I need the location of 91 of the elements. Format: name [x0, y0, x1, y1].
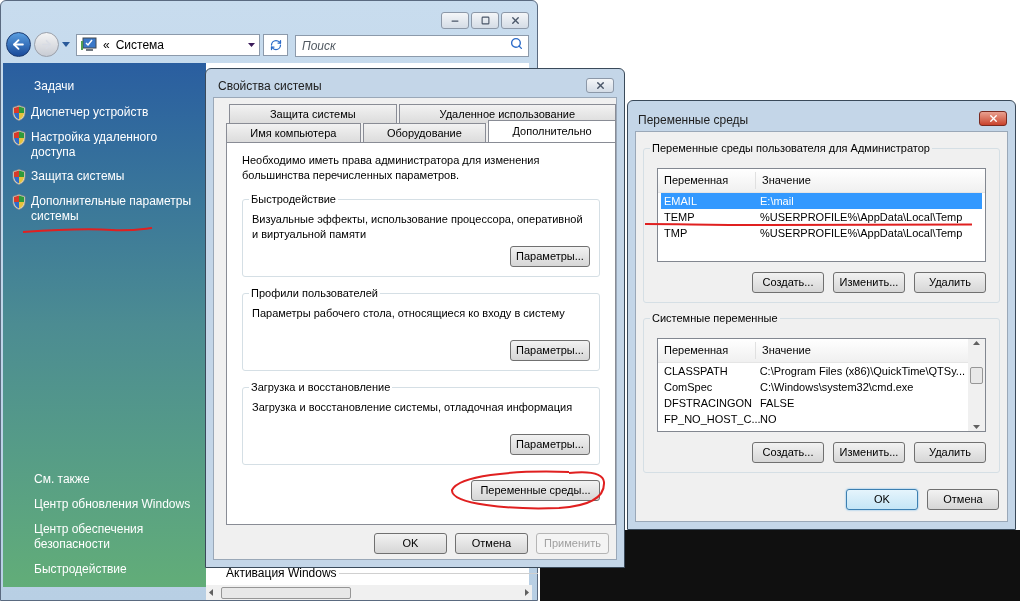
variable-name: TMP	[663, 227, 689, 239]
refresh-button[interactable]	[263, 33, 288, 56]
scroll-thumb[interactable]	[970, 366, 983, 384]
group-title: Быстродействие	[249, 192, 338, 206]
scroll-left-icon	[209, 589, 213, 596]
close-icon	[987, 113, 999, 124]
variable-value: C:\Program Files (x86)\QuickTime\QTSy...	[758, 365, 965, 377]
list-row[interactable]: FP_NO_HOST_C...NO	[661, 411, 965, 427]
search-icon	[510, 36, 523, 50]
maximize-button[interactable]	[471, 12, 499, 29]
column-header[interactable]: Значение	[756, 342, 968, 359]
button[interactable]: OK	[846, 489, 918, 510]
group-description: Загрузка и восстановление системы, отладочная информация	[252, 400, 574, 415]
window-title: Свойства системы	[218, 78, 322, 95]
group-title: Системные переменные	[650, 311, 780, 325]
maximize-icon	[480, 16, 490, 25]
search-field[interactable]: Поиск	[295, 34, 529, 57]
close-icon	[594, 80, 606, 91]
column-header[interactable]: Переменная	[658, 342, 756, 359]
section-heading: См. также	[34, 472, 91, 487]
button[interactable]: Создать...	[752, 442, 824, 463]
shield-icon	[12, 130, 26, 146]
button[interactable]: OK	[374, 533, 447, 554]
shield-icon	[12, 105, 26, 121]
admin-note: Необходимо иметь права администратора для изменения большинства перечисленных параметров.	[242, 153, 541, 183]
list-row[interactable]: ComSpec C:\Windows\system32\cmd.exe	[661, 379, 965, 395]
task-link[interactable]: Защита системы	[31, 169, 125, 185]
breadcrumb[interactable]: Система	[115, 35, 242, 54]
minimize-button[interactable]	[441, 12, 469, 29]
button[interactable]: Удалить	[914, 442, 986, 463]
task-link[interactable]: Дополнительные параметры системы	[31, 194, 202, 224]
address-bar[interactable]: « Система	[76, 33, 260, 56]
list-row[interactable]: TEMP %USERPROFILE%\AppData\Local\Temp	[661, 209, 982, 225]
close-button[interactable]	[586, 78, 614, 93]
button[interactable]: Изменить...	[833, 442, 905, 463]
breadcrumb-chevron[interactable]: «	[103, 35, 110, 54]
scrollbar[interactable]	[968, 339, 985, 431]
variable-value: E:\mail	[759, 195, 794, 207]
variable-name: EMAIL	[663, 195, 698, 207]
back-button[interactable]	[6, 32, 31, 57]
group-title: Профили пользователей	[249, 286, 380, 300]
variable-value: %USERPROFILE%\AppData\Local\Temp	[759, 227, 963, 239]
tab[interactable]: Имя компьютера	[226, 123, 361, 142]
list-row[interactable]: CLASSPATH C:\Program Files (x86)\QuickTime\QTSy...	[661, 363, 965, 379]
scroll-up-icon	[973, 341, 980, 345]
section-heading: Активация Windows	[226, 567, 337, 579]
group-description: Визуальные эффекты, использование процессора, оперативной и виртуальной памяти	[252, 212, 584, 242]
shield-icon	[12, 194, 26, 210]
list-row[interactable]: DFSTRACINGON FALSE	[661, 395, 965, 411]
forward-arrow-icon	[40, 38, 53, 51]
tab[interactable]: Дополнительно	[488, 120, 616, 142]
close-button[interactable]	[979, 111, 1007, 126]
variable-value: C:\Windows\system32\cmd.exe	[759, 381, 914, 393]
button[interactable]: Создать...	[752, 272, 824, 293]
history-dropdown-icon[interactable]	[62, 42, 70, 47]
task-link[interactable]: Диспетчер устройств	[31, 105, 149, 121]
horizontal-scrollbar[interactable]	[206, 585, 532, 600]
dropdown-icon[interactable]	[248, 42, 255, 47]
window-title: Переменные среды	[638, 112, 749, 129]
group-title: Загрузка и восстановление	[249, 380, 393, 394]
settings-button[interactable]: Параметры...	[510, 340, 590, 361]
column-header[interactable]: Значение	[756, 172, 985, 189]
settings-button[interactable]: Параметры...	[510, 246, 590, 267]
section-heading: Задачи	[33, 79, 76, 94]
button[interactable]: Отмена	[455, 533, 528, 554]
scroll-right-icon	[525, 589, 529, 596]
variable-value: FALSE	[759, 397, 795, 409]
environment-variables-button[interactable]: Переменные среды...	[471, 480, 600, 501]
settings-button[interactable]: Параметры...	[510, 434, 590, 455]
variable-name: CLASSPATH	[663, 365, 729, 377]
group-description: Параметры рабочего стола, относящиеся ко входу в систему	[252, 306, 566, 321]
tab[interactable]: Оборудование	[362, 123, 487, 142]
variable-value: %USERPROFILE%\AppData\Local\Temp	[759, 211, 963, 223]
task-link[interactable]: Настройка удаленного доступа	[31, 130, 202, 160]
scroll-thumb[interactable]	[221, 586, 351, 599]
variable-name: DFSTRACINGON	[663, 397, 753, 409]
button[interactable]: Изменить...	[833, 272, 905, 293]
variable-name: ComSpec	[663, 381, 714, 393]
computer-icon	[81, 37, 97, 52]
column-header[interactable]: Переменная	[658, 172, 756, 189]
scroll-down-icon	[973, 425, 980, 429]
group-title: Переменные среды пользователя для Администратор	[650, 141, 932, 155]
refresh-icon	[269, 38, 282, 51]
tab[interactable]: Защита системы	[229, 104, 397, 123]
button[interactable]: Отмена	[927, 489, 999, 510]
close-icon	[509, 15, 521, 26]
button[interactable]: Удалить	[914, 272, 986, 293]
list-row[interactable]: TMP %USERPROFILE%\AppData\Local\Temp	[661, 225, 982, 241]
variable-name: TEMP	[663, 211, 696, 223]
close-button[interactable]	[501, 12, 529, 29]
shield-icon	[12, 169, 26, 185]
